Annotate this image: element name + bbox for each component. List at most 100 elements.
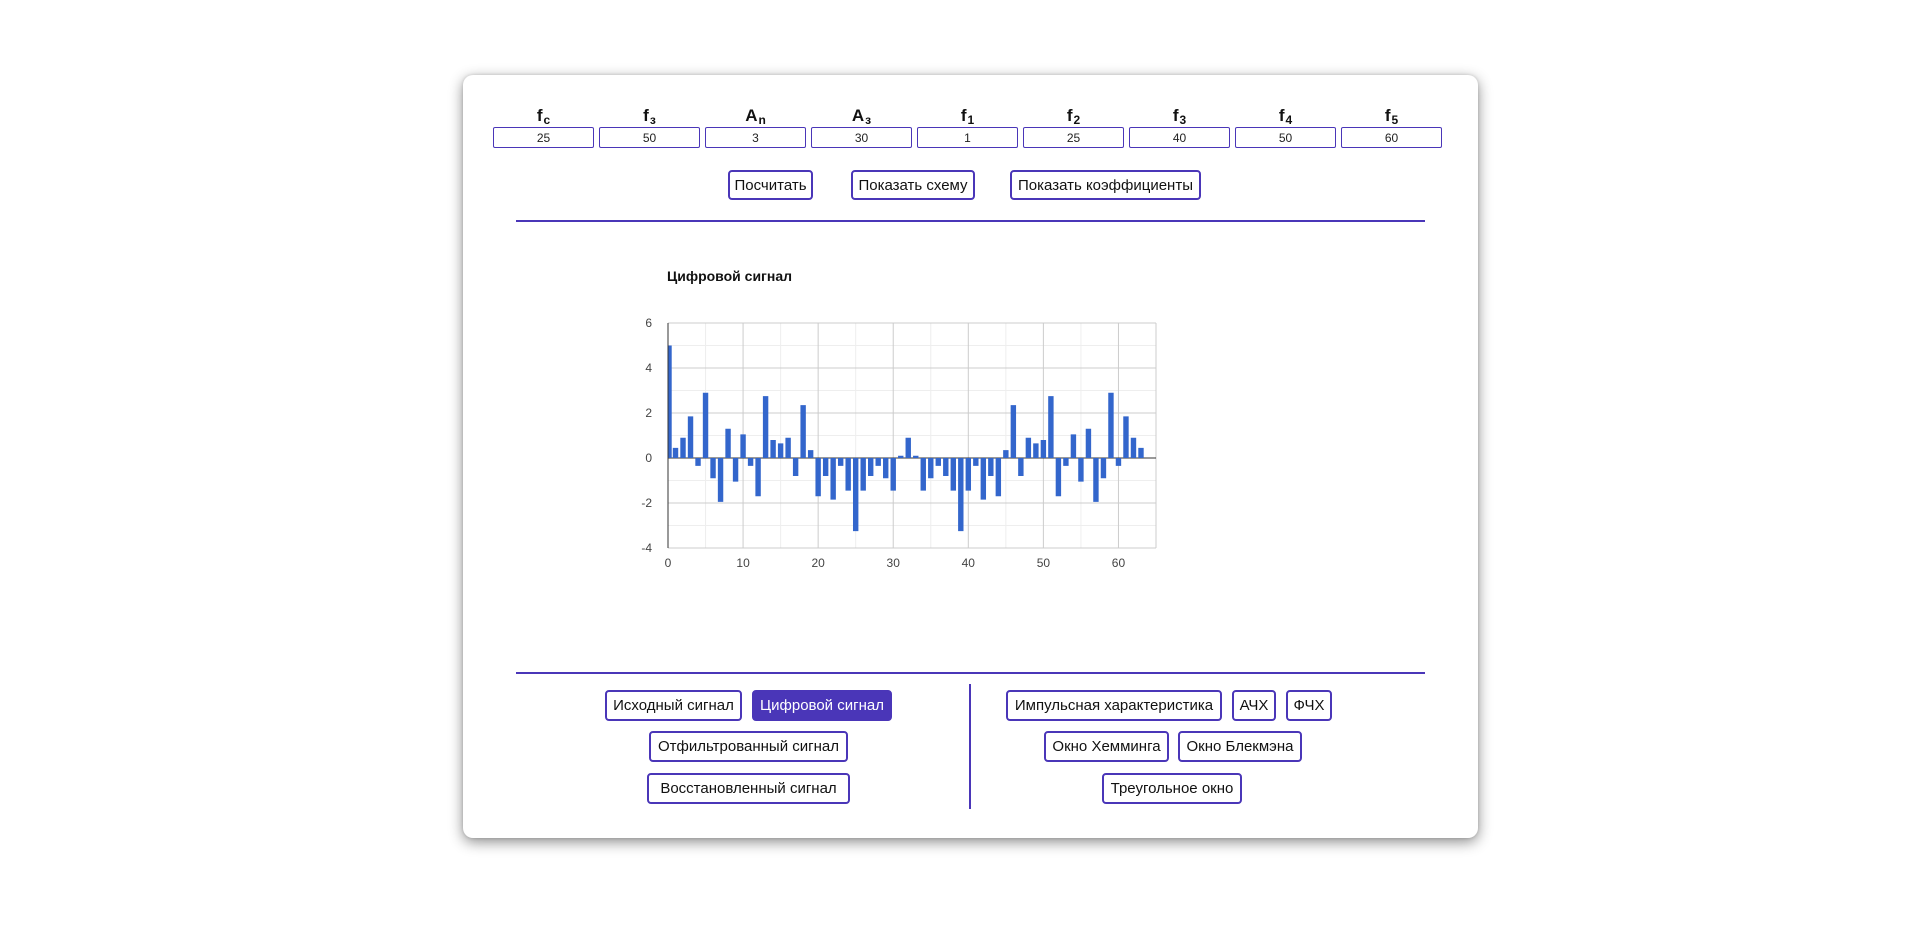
digital-signal-button[interactable]: Цифровой сигнал <box>752 690 892 721</box>
blackman-window-button[interactable]: Окно Блекмэна <box>1178 731 1302 762</box>
chart-bar <box>920 458 926 491</box>
hamming-window-button[interactable]: Окно Хемминга <box>1044 731 1169 762</box>
param-label-sub: 4 <box>1285 113 1293 127</box>
chart-bar <box>852 458 859 532</box>
chart-bar <box>762 396 769 458</box>
chart-bar <box>988 458 994 476</box>
chart-bar <box>1048 396 1054 458</box>
param-7: f4 <box>1235 105 1336 148</box>
param-input[interactable] <box>1129 127 1230 148</box>
param-label-sub: n <box>758 113 766 127</box>
top-divider <box>516 220 1425 222</box>
chart-bar <box>905 437 911 458</box>
param-label-base: A <box>851 106 865 125</box>
y-tick-label: -2 <box>641 496 652 510</box>
x-tick-label: 50 <box>1037 556 1051 570</box>
param-input[interactable] <box>599 127 700 148</box>
param-1: fз <box>599 105 700 148</box>
param-input[interactable] <box>1023 127 1124 148</box>
y-tick-label: 6 <box>645 316 652 330</box>
chart-bar <box>710 458 716 479</box>
param-label-base: f <box>1278 106 1285 125</box>
chart-bar <box>807 450 814 458</box>
param-input[interactable] <box>917 127 1018 148</box>
param-label: f1 <box>961 105 974 127</box>
chart-bar <box>1123 416 1129 458</box>
param-label: fз <box>643 105 656 127</box>
param-label-sub: c <box>543 113 551 127</box>
param-input[interactable] <box>705 127 806 148</box>
triangular-window-button[interactable]: Треугольное окно <box>1102 773 1242 804</box>
param-label-sub: 1 <box>967 113 975 127</box>
param-label-sub: 5 <box>1391 113 1399 127</box>
param-label-sub: з <box>865 113 872 127</box>
param-0: fc <box>493 105 594 148</box>
param-input[interactable] <box>1341 127 1442 148</box>
param-4: f1 <box>917 105 1018 148</box>
param-6: f3 <box>1129 105 1230 148</box>
x-tick-label: 60 <box>1112 556 1126 570</box>
param-3: Aз <box>811 105 912 148</box>
chart-bar <box>732 458 739 482</box>
chart-bar <box>883 458 889 479</box>
chart-bar <box>740 434 746 458</box>
chart-bar <box>875 458 881 466</box>
param-label: f3 <box>1173 105 1186 127</box>
chart-bar <box>785 437 791 458</box>
chart-bar <box>980 458 987 500</box>
chart-bar <box>1003 450 1009 458</box>
chart-bar <box>958 458 964 532</box>
chart-bar <box>1093 458 1099 502</box>
chart-bar <box>747 458 754 466</box>
param-8: f5 <box>1341 105 1442 148</box>
chart-bar <box>672 447 679 458</box>
chart-bar <box>755 458 761 497</box>
param-5: f2 <box>1023 105 1124 148</box>
pfc-button[interactable]: ФЧХ <box>1286 690 1332 721</box>
chart-bar <box>860 458 866 491</box>
show-scheme-button[interactable]: Показать схему <box>851 170 975 200</box>
y-tick-label: 0 <box>645 451 652 465</box>
chart-bar <box>695 458 701 466</box>
main-card: fcfзAnAзf1f2f3f4f5 Посчитать Показать сх… <box>463 75 1478 838</box>
param-input[interactable] <box>493 127 594 148</box>
param-label-base: A <box>745 106 758 125</box>
param-2: An <box>705 105 806 148</box>
chart-bar <box>1100 458 1107 479</box>
chart-bar <box>777 443 784 458</box>
x-tick-label: 20 <box>811 556 825 570</box>
x-tick-label: 40 <box>962 556 976 570</box>
afc-button[interactable]: АЧХ <box>1232 690 1276 721</box>
param-label: fc <box>537 105 550 127</box>
restored-signal-button[interactable]: Восстановленный сигнал <box>647 773 850 804</box>
param-label: An <box>745 105 766 127</box>
param-label-base: f <box>536 106 543 125</box>
param-label-base: f <box>1172 106 1179 125</box>
digital-signal-chart: 0 10 20 30 40 50 60 -4 -2 0 2 4 6 <box>641 316 1157 570</box>
x-tick-label: 30 <box>887 556 901 570</box>
calculate-button[interactable]: Посчитать <box>728 170 813 200</box>
param-label-sub: 3 <box>1179 113 1187 127</box>
chart-bar <box>898 455 904 458</box>
chart-bar <box>1010 405 1017 458</box>
param-input[interactable] <box>811 127 912 148</box>
chart-bar <box>943 458 949 476</box>
param-label: f2 <box>1067 105 1080 127</box>
param-label-base: f <box>1066 106 1073 125</box>
filtered-signal-button[interactable]: Отфильтрованный сигнал <box>649 731 848 762</box>
chart-bar <box>725 428 731 458</box>
chart-bar <box>1055 458 1062 497</box>
param-label-base: f <box>1384 106 1391 125</box>
x-tick-label: 10 <box>736 556 750 570</box>
param-input[interactable] <box>1235 127 1336 148</box>
impulse-response-button[interactable]: Импульсная характеристика <box>1006 690 1222 721</box>
chart-bar <box>792 458 799 476</box>
chart-bar <box>1018 458 1024 476</box>
chart-bar <box>973 458 979 466</box>
show-coefficients-button[interactable]: Показать коэффициенты <box>1010 170 1201 200</box>
chart-bar <box>935 458 941 466</box>
source-signal-button[interactable]: Исходный сигнал <box>605 690 742 721</box>
chart-bar <box>800 405 806 458</box>
chart-bar <box>845 458 851 491</box>
chart-bar <box>830 458 836 500</box>
